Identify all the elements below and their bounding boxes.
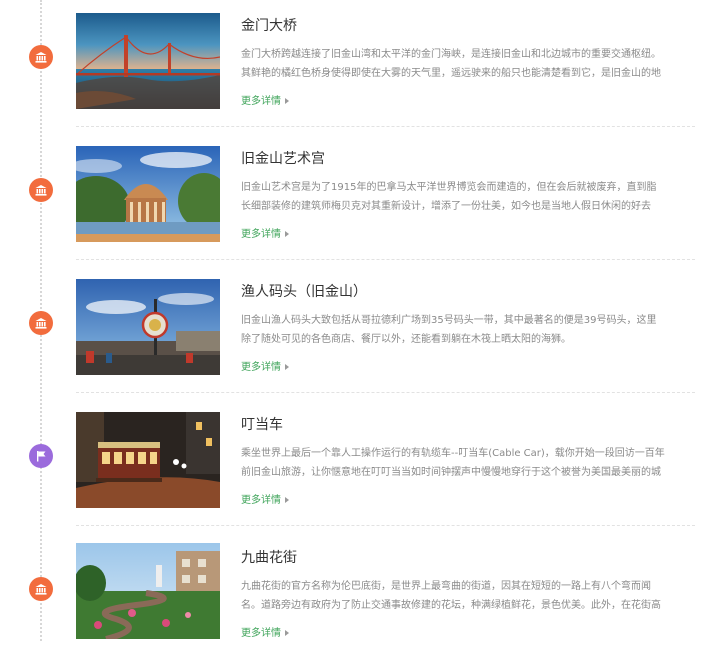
- more-details-label[interactable]: 更多详情: [241, 362, 281, 373]
- description-line: 除了随处可见的各色商店、餐厅以外，还能看到躺在木筏上晒太阳的海狮。: [241, 334, 571, 345]
- chevron-right-icon: [285, 231, 289, 237]
- landmark-icon: [29, 577, 53, 601]
- description-line: 旧金山渔人码头大致包括从哥拉德利广场到35号码头一带，其中最著名的便是39号码头…: [241, 315, 657, 326]
- attraction-description: 旧金山艺术宫是为了1915年的巴拿马太平洋世界博览会而建造的，但在会后就被废弃，…: [241, 178, 667, 216]
- description-line: 长细部装修的建筑师梅贝克对其重新设计，增添了一份壮美，如今也是当地人假日休闲的好…: [241, 201, 651, 212]
- attraction-title[interactable]: 金门大桥: [241, 15, 297, 35]
- more-details-link[interactable]: 更多详情: [241, 491, 289, 506]
- more-details-link[interactable]: 更多详情: [241, 225, 289, 240]
- chevron-right-icon: [285, 497, 289, 503]
- more-details-link[interactable]: 更多详情: [241, 358, 289, 373]
- description-line: 名。道路旁边有政府为了防止交通事故修建的花坛，种满绿植鲜花，景色优美。此外，在花…: [241, 600, 661, 611]
- cable-car-photo[interactable]: [76, 412, 220, 508]
- description-line: 九曲花街的官方名称为伦巴底街，是世界上最弯曲的街道，因其在短短的一路上有八个弯而…: [241, 581, 651, 592]
- attraction-title[interactable]: 旧金山艺术宫: [241, 148, 325, 168]
- description-line: 前旧金山旅游，让你惬意地在叮叮当当如时间钟摆声中慢慢地穿行于这个被誉为美国最美丽…: [241, 467, 661, 478]
- description-line: 乘坐世界上最后一个靠人工操作运行的有轨缆车--叮当车(Cable Car)，载你…: [241, 448, 665, 459]
- attraction-title[interactable]: 渔人码头（旧金山）: [241, 281, 367, 301]
- landmark-icon: [29, 45, 53, 69]
- attraction-description: 金门大桥跨越连接了旧金山湾和太平洋的金门海峡，是连接旧金山和北边城市的重要交通枢…: [241, 45, 667, 83]
- landmark-icon: [29, 178, 53, 202]
- landmark-icon: [29, 311, 53, 335]
- divider: [76, 392, 695, 393]
- divider: [76, 126, 695, 127]
- attraction-item: 旧金山艺术宫 旧金山艺术宫是为了1915年的巴拿马太平洋世界博览会而建造的，但在…: [0, 133, 702, 265]
- description-line: 其鲜艳的橘红色桥身使得即使在大雾的天气里，遥远驶来的船只也能清楚看到它，是旧金山…: [241, 68, 661, 79]
- attraction-item: 九曲花街 九曲花街的官方名称为伦巴底街，是世界上最弯曲的街道，因其在短短的一路上…: [0, 532, 702, 664]
- palace-of-fine-arts-photo[interactable]: [76, 146, 220, 242]
- attraction-description: 乘坐世界上最后一个靠人工操作运行的有轨缆车--叮当车(Cable Car)，载你…: [241, 444, 667, 482]
- more-details-label[interactable]: 更多详情: [241, 96, 281, 107]
- more-details-label[interactable]: 更多详情: [241, 229, 281, 240]
- divider: [76, 259, 695, 260]
- attraction-title[interactable]: 九曲花街: [241, 547, 297, 567]
- attraction-title[interactable]: 叮当车: [241, 414, 283, 434]
- attraction-item: 叮当车 乘坐世界上最后一个靠人工操作运行的有轨缆车--叮当车(Cable Car…: [0, 399, 702, 531]
- more-details-link[interactable]: 更多详情: [241, 92, 289, 107]
- golden-gate-bridge-photo[interactable]: [76, 13, 220, 109]
- divider: [76, 525, 695, 526]
- fishermans-wharf-photo[interactable]: [76, 279, 220, 375]
- attraction-description: 九曲花街的官方名称为伦巴底街，是世界上最弯曲的街道，因其在短短的一路上有八个弯而…: [241, 577, 667, 615]
- lombard-street-photo[interactable]: [76, 543, 220, 639]
- more-details-label[interactable]: 更多详情: [241, 495, 281, 506]
- attraction-item: 渔人码头（旧金山） 旧金山渔人码头大致包括从哥拉德利广场到35号码头一带，其中最…: [0, 266, 702, 398]
- chevron-right-icon: [285, 630, 289, 636]
- chevron-right-icon: [285, 364, 289, 370]
- description-line: 金门大桥跨越连接了旧金山湾和太平洋的金门海峡，是连接旧金山和北边城市的重要交通枢…: [241, 49, 661, 60]
- description-line: 旧金山艺术宫是为了1915年的巴拿马太平洋世界博览会而建造的，但在会后就被废弃，…: [241, 182, 657, 193]
- chevron-right-icon: [285, 98, 289, 104]
- flag-icon: [29, 444, 53, 468]
- attraction-item: 金门大桥 金门大桥跨越连接了旧金山湾和太平洋的金门海峡，是连接旧金山和北边城市的…: [0, 0, 702, 132]
- attraction-description: 旧金山渔人码头大致包括从哥拉德利广场到35号码头一带，其中最著名的便是39号码头…: [241, 311, 667, 349]
- more-details-link[interactable]: 更多详情: [241, 624, 289, 639]
- more-details-label[interactable]: 更多详情: [241, 628, 281, 639]
